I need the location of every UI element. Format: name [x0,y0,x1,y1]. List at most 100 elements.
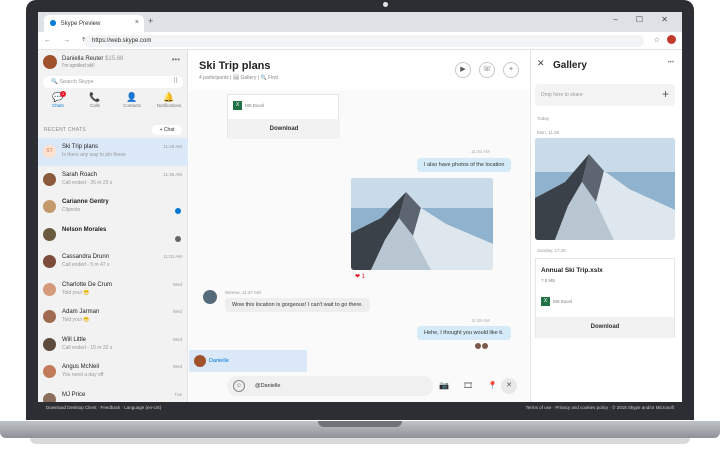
chat-name: MJ Price [62,391,86,398]
gallery-file-size: 7.8 MB [541,278,556,283]
mountain-photo-icon [351,178,493,270]
nav-notifications[interactable]: 🔔 Notifications [151,92,187,108]
chat-item-charlotte-de-crum[interactable]: Charlotte De Crum Told you! 😁 Wed [38,276,188,304]
chat-time: 11:48 AM [163,144,182,149]
chat-item-cassandra-drunn[interactable]: Cassandra Drunn Call ended - 5 m 47 s 11… [38,248,188,276]
contact-avatar [43,337,56,351]
nav-calls[interactable]: 📞 Calls [77,92,113,108]
profile-header[interactable]: Daniella Reuter $15.68 I'm spoiled ski! … [38,50,188,74]
close-composer-icon[interactable]: ✕ [501,378,517,394]
chat-item-nelson-morales[interactable]: Nelson Morales [38,221,188,249]
chat-preview: Told you! 😁 [62,289,90,296]
dialpad-icon[interactable]: ⠿ [173,77,178,85]
download-button[interactable]: Download [228,119,340,139]
new-tab-button[interactable]: + [148,16,153,26]
profile-avatar[interactable] [43,55,57,69]
chat-name: Nelson Morales [62,226,107,233]
add-participant-button[interactable]: + [503,62,519,78]
nav-chats-label: Chats [52,103,64,108]
video-call-button[interactable]: ▶ [455,62,471,78]
chat-name: Adam Jarman [62,309,100,315]
add-icon[interactable]: + [662,87,669,101]
message-input[interactable]: ☺ @Danielle [227,376,433,396]
profile-credit: $15.68 [105,56,124,62]
emoji-icon[interactable]: ☺ [233,380,245,392]
drop-zone[interactable]: Drop here to share + [535,84,675,106]
chat-name: Carianne Gentry [62,199,109,205]
footer-links[interactable]: Download Desktop Client · Feedback · Lan… [46,405,161,410]
nav-contacts[interactable]: 👤 Contacts [114,92,150,108]
chat-item-will-little[interactable]: Will Little Call ended - 10 m 32 s Wed [38,331,188,359]
conversation-meta[interactable]: 4 participants | 🖼 Gallery | 🔍 Find [199,75,278,81]
address-bar-row: ← → ↻ https://web.skype.com ☆ [38,32,682,50]
contact-avatar [43,227,56,241]
message-time: 11:45 AM [471,149,490,154]
webcam-icon [383,2,388,7]
chat-preview: You need a day off [62,372,104,378]
chat-name: Will Little [62,336,87,343]
gallery-file-card: Annual Ski Trip.xslx 7.8 MB X MS Excel D… [535,258,675,338]
contact-avatar [43,172,56,186]
sender-avatar [203,290,217,304]
nav-chats[interactable]: 💬 Chats 1 [40,91,76,108]
read-receipts [475,336,489,349]
close-gallery-icon[interactable]: ✕ [537,58,545,69]
video-camera-icon: ▶ [460,66,466,73]
chat-item-angus-mcneil[interactable]: Angus McNeil You need a day off Wed [38,358,188,386]
unread-badge: 1 [60,91,66,97]
browser-tab[interactable]: Skype Preview × [44,15,144,32]
heart-reaction[interactable]: ❤ 1 [355,273,365,280]
nav-calls-label: Calls [89,103,100,108]
outgoing-message[interactable]: Hehe, I thought you would like it. [417,326,511,340]
page-footer: Download Desktop Client · Feedback · Lan… [38,402,682,414]
recent-chats-header: RECENT CHATS + Chat [38,124,188,136]
window-controls[interactable]: – ☐ ✕ [613,15,676,24]
star-icon[interactable]: ☆ [654,37,660,44]
file-type-label: MS Excel [245,103,265,108]
gallery-download-button[interactable]: Download [536,317,674,338]
search-input[interactable]: 🔍 Search Skype ⠿ [43,76,183,88]
incoming-message[interactable]: Wow this location is gorgeous! I can't w… [225,298,370,312]
chat-item-ski-trip-plans[interactable]: ST Ski Trip plans Is there any way to pi… [38,138,188,166]
message-time: 11:48 AM [471,318,490,323]
gallery-panel: ✕ Gallery ••• Drop here to share + Today… [530,50,682,402]
tab-close-icon[interactable]: × [135,19,139,26]
mention-suggestion[interactable]: Danielle [189,350,307,372]
chat-time: Wed [172,364,182,369]
chat-item-adam-jarman[interactable]: Adam Jarman Told you! 😁 Wed [38,303,188,331]
chat-preview: Clipnote [62,207,81,213]
sidebar: Daniella Reuter $15.68 I'm spoiled ski! … [38,50,188,406]
unread-indicator [175,208,181,214]
new-chat-button[interactable]: + Chat [152,125,182,135]
profile-name: Daniella Reuter [62,56,104,62]
gallery-photo-time: Mon, 11:35 [537,130,560,135]
chat-preview: Is there any way to pin these [62,152,126,158]
chat-name: Cassandra Drunn [62,254,110,260]
more-options-icon[interactable]: ••• [172,55,180,64]
contact-avatar [43,365,56,378]
chat-item-sarah-roach[interactable]: Sarah Roach Call ended - 26 m 23 s 11:36… [38,166,188,194]
chat-name: Sarah Roach [62,171,98,178]
chat-preview: Call ended - 5 m 47 s [62,262,110,268]
chat-preview: Told you! 😁 [62,317,90,323]
gallery-more-icon[interactable]: ••• [668,60,674,66]
browser-profile-avatar[interactable] [667,35,676,44]
shared-photo[interactable] [351,178,493,270]
outgoing-message[interactable]: I also have photos of the location [417,158,512,172]
footer-legal[interactable]: Terms of use · Privacy and cookies polic… [526,405,674,410]
gallery-file-time: Sunday, 17:20 [537,248,566,253]
mention-avatar [194,355,206,367]
url-field[interactable]: https://web.skype.com [84,35,644,47]
chat-name: Angus McNeil [62,364,100,370]
chat-time: 11:36 AM [163,171,182,177]
chat-item-carianne-gentry[interactable]: Carianne Gentry Clipnote [38,193,188,221]
group-avatar: ST [43,145,56,158]
gallery-file-name: Annual Ski Trip.xslx [541,267,603,274]
tab-title: Skype Preview [60,21,101,27]
chat-time: Wed [172,336,182,342]
search-placeholder: Search Skype [59,79,94,85]
composer-actions[interactable]: 📷 🎞 📍 [439,381,504,390]
audio-call-button[interactable]: ☏ [479,62,495,78]
gallery-photo[interactable] [535,138,675,240]
nav-contacts-label: Contacts [123,103,141,108]
